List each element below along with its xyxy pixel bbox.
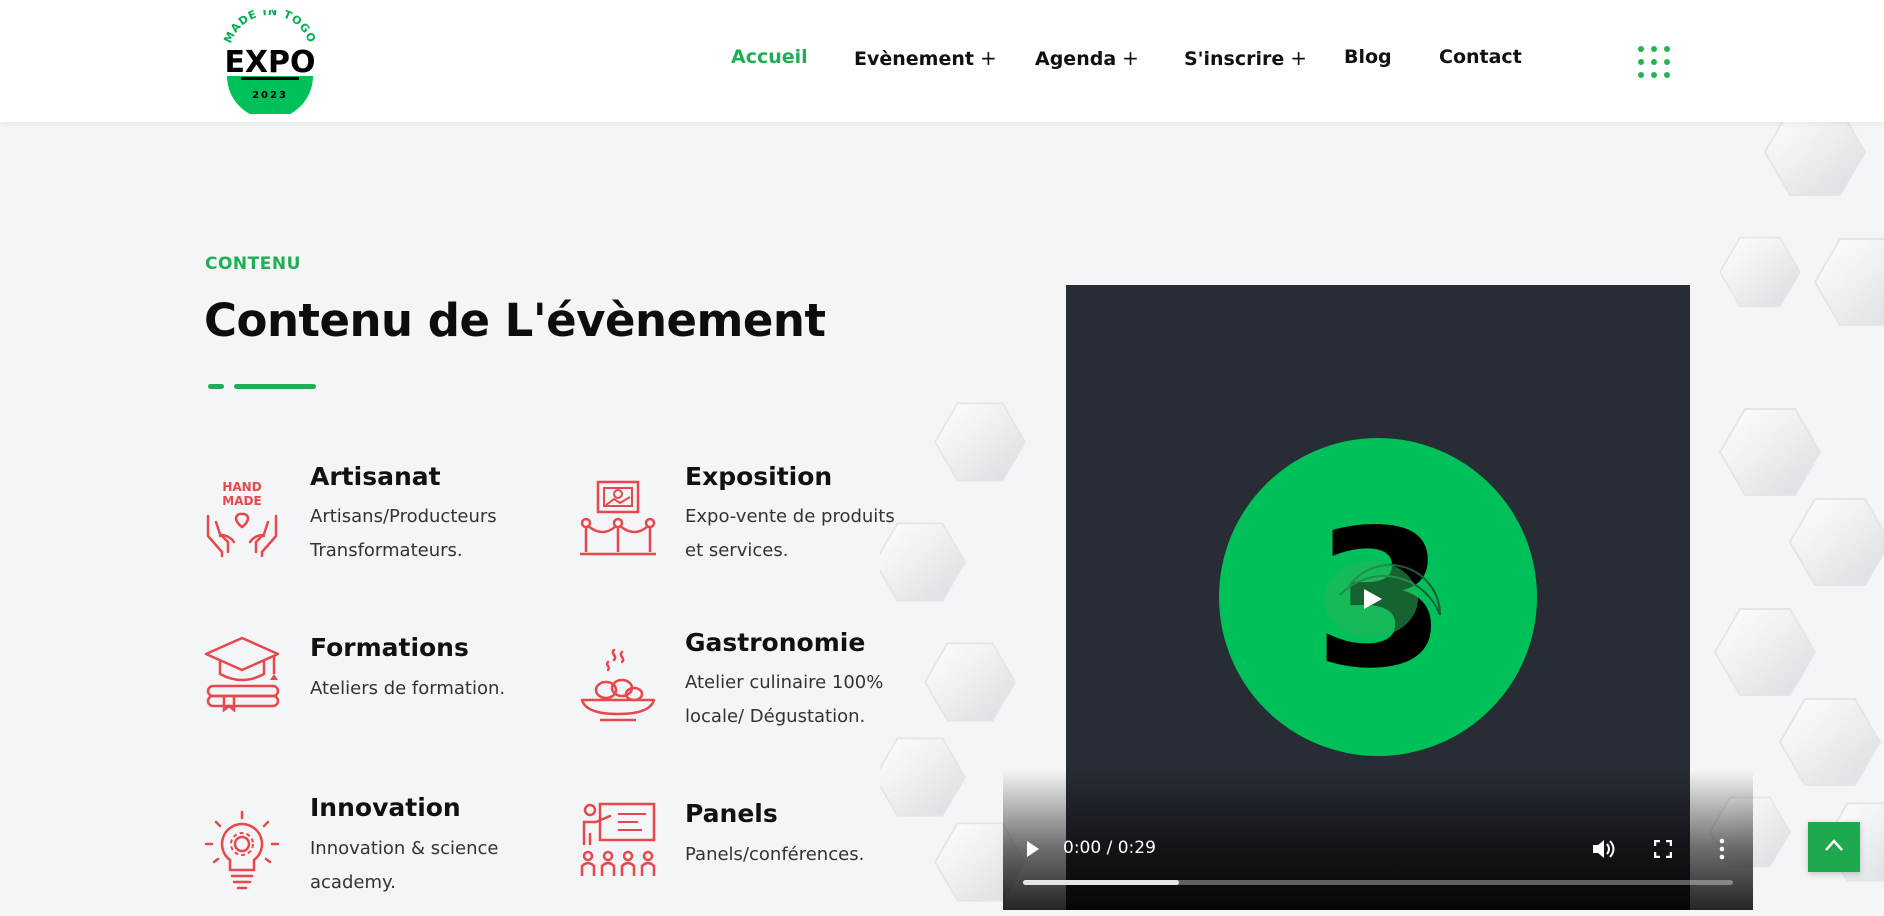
play-icon[interactable] [1026, 840, 1040, 858]
nav-label: Agenda [1035, 48, 1117, 70]
video-progress-fill [1023, 880, 1180, 885]
more-options-icon[interactable] [1718, 838, 1726, 860]
nav-item-accueil[interactable]: Accueil [731, 46, 808, 68]
svg-text:HAND: HAND [222, 480, 261, 494]
handmade-hands-icon: HAND MADE [206, 480, 278, 558]
feature-title: Artisanat [310, 462, 441, 491]
expand-plus-icon: + [1122, 46, 1139, 70]
feature-desc-line: et services. [685, 540, 789, 561]
feature-desc-line: Panels/conférences. [685, 844, 865, 865]
nav-label: Blog [1344, 46, 1392, 68]
fullscreen-icon[interactable] [1654, 840, 1672, 858]
nav-item-blog[interactable]: Blog [1344, 46, 1392, 68]
nav-item-contact[interactable]: Contact [1439, 46, 1522, 68]
svg-text:MADE IN TOGO: MADE IN TOGO [221, 10, 318, 45]
feature-desc-line: Ateliers de formation. [310, 678, 506, 699]
feature-desc-line: Artisans/Producteurs [310, 506, 497, 527]
divider-long [234, 384, 316, 389]
grid-dots-icon[interactable] [1638, 46, 1674, 78]
chevron-up-icon [1825, 839, 1843, 851]
feature-title: Formations [310, 633, 469, 662]
video-time: 0:00 / 0:29 [1063, 838, 1156, 858]
presentation-audience-icon [580, 802, 656, 876]
graduation-cap-icon [204, 636, 280, 712]
nav-label: Evènement [854, 48, 974, 70]
lightbulb-gear-icon [204, 810, 280, 890]
expand-plus-icon: + [979, 46, 997, 70]
svg-text:MADE: MADE [222, 494, 261, 508]
site-header: MADE IN TOGO EXPO 2023 Accueil Evènement… [0, 0, 1884, 122]
feature-desc-line: Expo-vente de produits [685, 506, 895, 527]
section-title: Contenu de L'évènement [204, 294, 826, 347]
feature-title: Innovation [310, 793, 461, 822]
volume-icon[interactable] [1591, 838, 1615, 860]
feature-title: Panels [685, 799, 778, 828]
nav-item-sinscrire[interactable]: S'inscrire + [1184, 46, 1307, 70]
divider-short [208, 384, 224, 389]
nav-label: Accueil [731, 46, 808, 68]
logo-top-text: MADE IN TOGO [221, 10, 317, 45]
feature-desc-line: locale/ Dégustation. [685, 706, 866, 727]
video-progress-bar[interactable] [1023, 880, 1733, 885]
feature-title: Exposition [685, 462, 833, 491]
feature-desc-line: academy. [310, 872, 396, 893]
expand-plus-icon: + [1290, 46, 1308, 70]
scroll-to-top-button[interactable] [1808, 822, 1860, 872]
nav-label: S'inscrire [1184, 48, 1285, 70]
center-play-button[interactable] [1324, 561, 1418, 637]
section-eyebrow: CONTENU [205, 254, 301, 274]
feature-desc-line: Innovation & science [310, 838, 499, 859]
nav-label: Contact [1439, 46, 1522, 68]
food-plate-icon [580, 648, 656, 722]
logo-year: 2023 [252, 90, 288, 101]
nav-item-evenement[interactable]: Evènement + [854, 46, 997, 70]
play-icon [1364, 589, 1382, 609]
feature-desc-line: Atelier culinaire 100% [685, 672, 884, 693]
feature-desc-line: Transformateurs. [310, 540, 463, 561]
exhibition-frame-icon [580, 480, 656, 556]
feature-title: Gastronomie [685, 628, 866, 657]
nav-item-agenda[interactable]: Agenda + [1035, 46, 1139, 70]
main-nav: Accueil Evènement + Agenda + S'inscrire + B… [0, 46, 1884, 76]
